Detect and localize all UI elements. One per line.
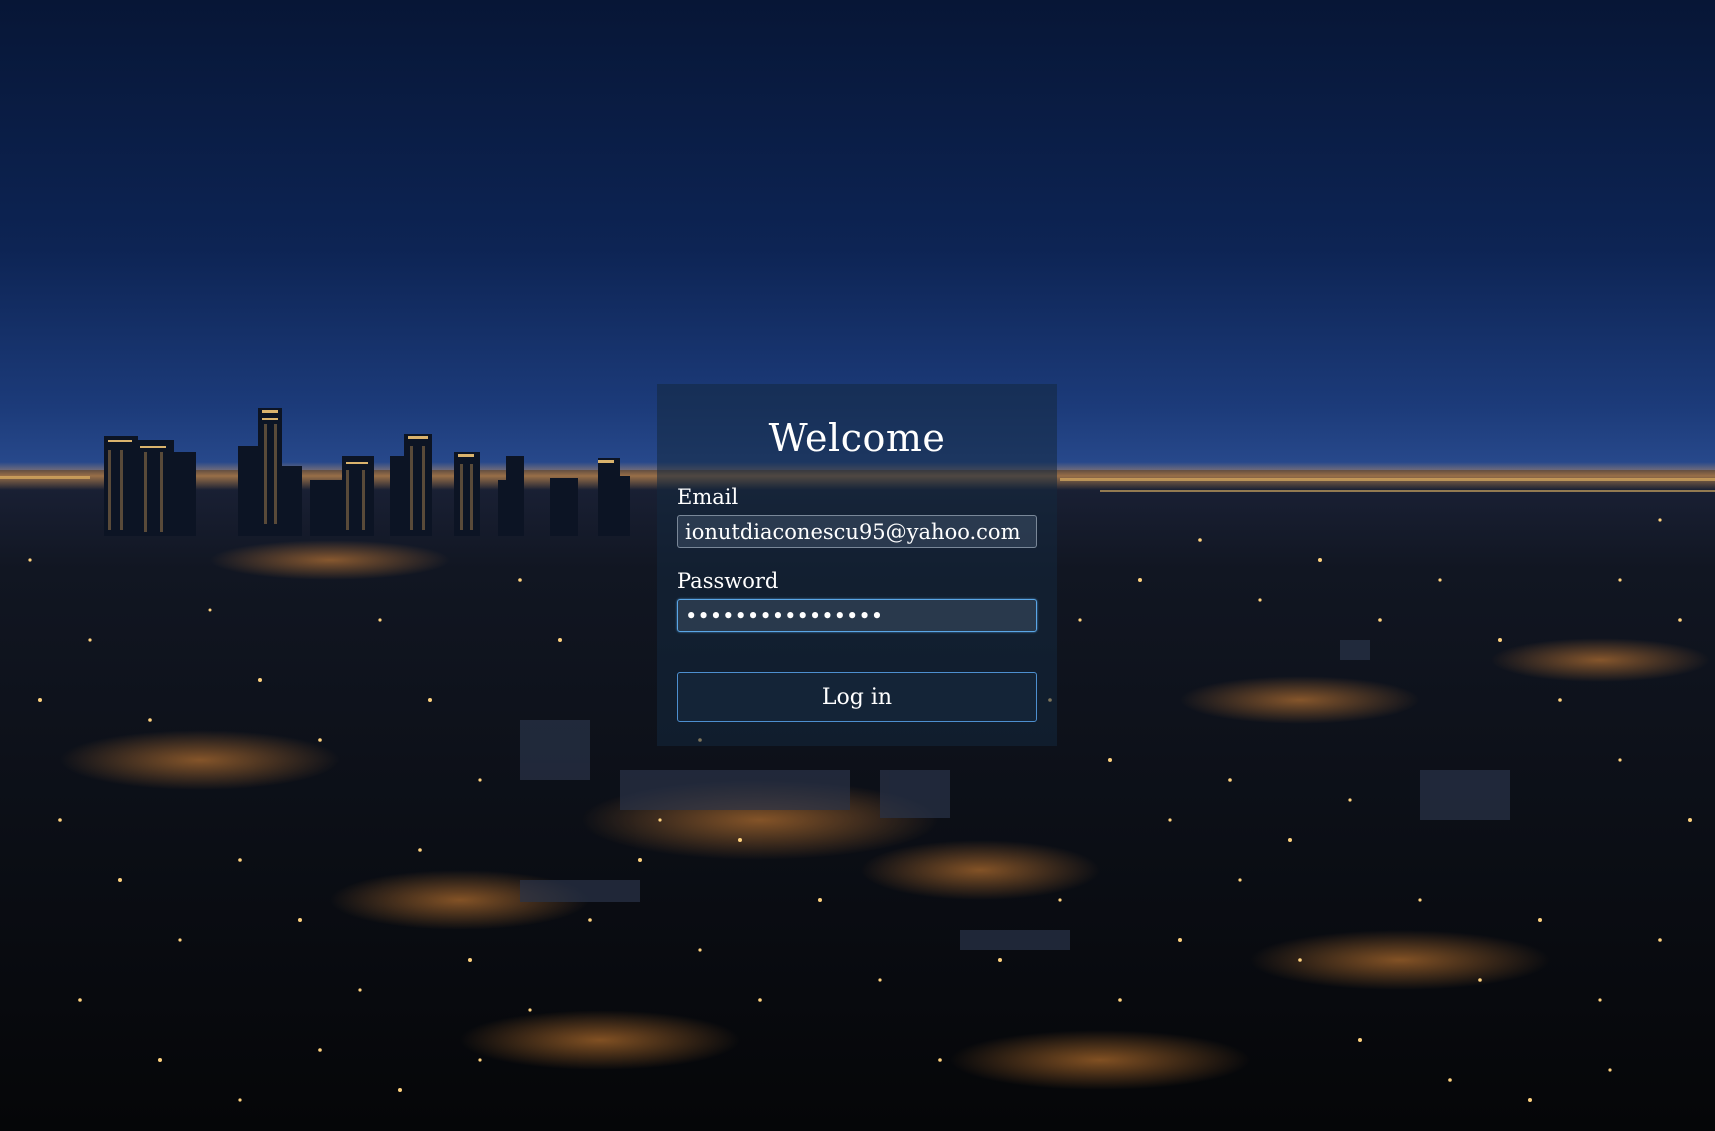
password-field[interactable] xyxy=(677,599,1037,632)
email-label: Email xyxy=(677,485,739,509)
login-form: Welcome Email Password Log in xyxy=(657,384,1057,746)
password-label: Password xyxy=(677,569,779,593)
email-field[interactable] xyxy=(677,515,1037,548)
page-title: Welcome xyxy=(768,416,946,460)
login-page: Welcome Email Password Log in xyxy=(0,0,1715,1131)
login-button[interactable]: Log in xyxy=(677,672,1037,722)
